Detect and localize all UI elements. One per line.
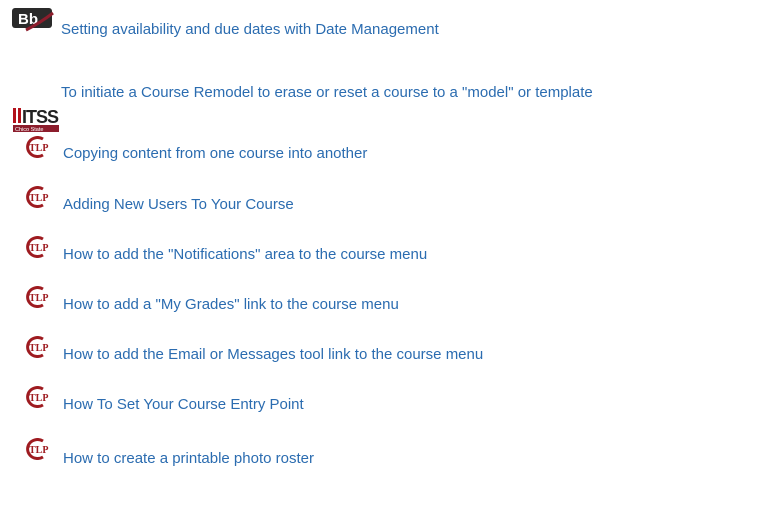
svg-text:TLP: TLP: [29, 193, 48, 204]
link-course-remodel[interactable]: To initiate a Course Remodel to erase or…: [61, 84, 593, 102]
svg-text:TLP: TLP: [29, 343, 48, 354]
list-item: TLP Adding New Users To Your Course: [0, 183, 778, 223]
help-link-list: Bb Setting availability and due dates wi…: [0, 0, 778, 512]
svg-text:TLP: TLP: [29, 445, 48, 456]
list-item: TLP Copying content from one course into…: [0, 133, 778, 173]
tlp-icon: TLP: [26, 386, 48, 408]
svg-text:TLP: TLP: [29, 243, 48, 254]
bb-icon: Bb: [12, 8, 54, 32]
list-item: Bb Setting availability and due dates wi…: [0, 0, 778, 40]
list-item: TLP How to create a printable photo rost…: [0, 433, 778, 473]
svg-text:ITSS: ITSS: [22, 107, 59, 127]
link-add-users[interactable]: Adding New Users To Your Course: [63, 196, 294, 214]
link-my-grades[interactable]: How to add a "My Grades" link to the cou…: [63, 296, 399, 314]
link-email-messages[interactable]: How to add the Email or Messages tool li…: [63, 346, 483, 364]
link-photo-roster[interactable]: How to create a printable photo roster: [63, 450, 314, 468]
list-item: TLP How to add the Email or Messages too…: [0, 333, 778, 373]
itss-icon: ITSS Chico State: [13, 107, 60, 133]
svg-text:TLP: TLP: [29, 143, 48, 154]
list-item: ITSS Chico State To initiate a Course Re…: [0, 48, 778, 133]
link-date-management[interactable]: Setting availability and due dates with …: [61, 21, 439, 39]
list-item: TLP How to add a "My Grades" link to the…: [0, 283, 778, 323]
link-notifications-area[interactable]: How to add the "Notifications" area to t…: [63, 246, 427, 264]
link-course-entry-point[interactable]: How To Set Your Course Entry Point: [63, 396, 304, 414]
link-copy-content[interactable]: Copying content from one course into ano…: [63, 145, 367, 163]
list-item: TLP How to add the "Notifications" area …: [0, 233, 778, 273]
tlp-icon: TLP: [26, 136, 48, 158]
list-item: TLP How To Set Your Course Entry Point: [0, 383, 778, 423]
svg-text:TLP: TLP: [29, 393, 48, 404]
tlp-icon: TLP: [26, 286, 48, 308]
tlp-icon: TLP: [26, 236, 48, 258]
tlp-icon: TLP: [26, 438, 48, 460]
tlp-icon: TLP: [26, 336, 48, 358]
tlp-icon: TLP: [26, 186, 48, 208]
svg-text:TLP: TLP: [29, 293, 48, 304]
